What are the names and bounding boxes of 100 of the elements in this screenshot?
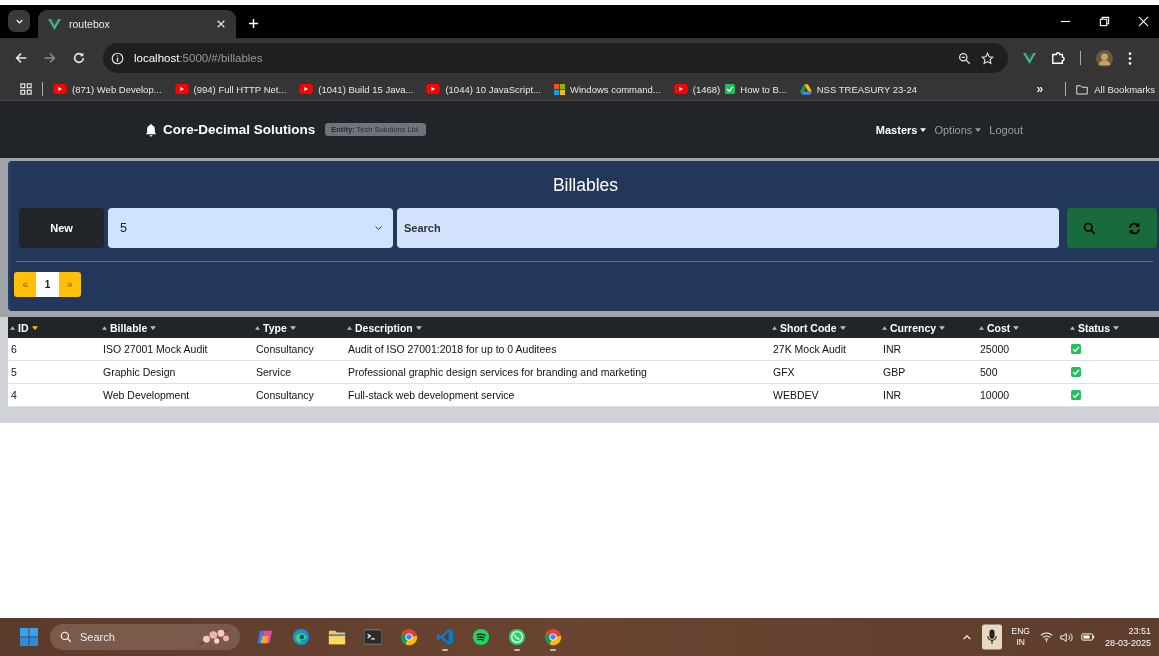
triangle-up-icon	[347, 325, 352, 330]
caret-down-icon	[939, 325, 946, 330]
play-icon	[174, 84, 189, 94]
more-bookmarks-button[interactable]: »	[1036, 82, 1044, 96]
triangle-up-icon	[772, 325, 777, 330]
music-app-icon	[472, 628, 490, 646]
address-bar[interactable]: localhost:5000/#/billables	[103, 43, 1008, 73]
table-cell: Consultancy	[253, 338, 345, 361]
windows-logo-icon	[554, 83, 565, 95]
bookmark[interactable]: Windows command...	[554, 83, 661, 95]
speaker-icon[interactable]	[1059, 631, 1074, 643]
drive-logo-icon	[799, 83, 812, 95]
triangle-up-icon	[882, 325, 887, 330]
chevron-up-icon[interactable]	[961, 633, 972, 641]
nav-link[interactable]: Masters	[875, 123, 927, 136]
avatar-icon[interactable]	[1096, 49, 1113, 67]
caret-down-icon	[415, 325, 422, 330]
triangle-up-icon	[255, 325, 260, 330]
previous-page-button[interactable]: «	[14, 272, 37, 297]
table-cell: 10000	[977, 383, 1068, 407]
wifi-icon[interactable]	[1039, 632, 1053, 642]
folder-icon	[328, 628, 346, 646]
terminal-icon	[364, 628, 382, 646]
table-cell: Web Development	[100, 383, 253, 407]
tab-search-button[interactable]	[8, 10, 30, 32]
triangle-up-icon	[10, 325, 15, 330]
table-cell: Consultancy	[253, 383, 345, 407]
bookmark[interactable]: (1468) How to B...	[673, 83, 787, 95]
caret-down-icon	[1013, 325, 1020, 330]
microphone-icon[interactable]	[981, 624, 1002, 650]
apps-grid-icon[interactable]	[20, 83, 32, 95]
folder-icon	[1076, 83, 1089, 95]
table-cell: Graphic Design	[100, 360, 253, 384]
table-cell: INR	[880, 338, 977, 361]
info-icon[interactable]	[111, 51, 124, 65]
page-size-select[interactable]: 5	[108, 208, 393, 248]
code-editor-icon	[436, 628, 454, 646]
new-button[interactable]: New	[19, 208, 104, 248]
play-icon	[53, 84, 67, 94]
search-field[interactable]: Search	[397, 208, 1059, 248]
bookmark[interactable]: NSS TREASURY 23-24	[799, 83, 918, 95]
browser-tab[interactable]: routebox	[38, 10, 236, 38]
zoom-icon[interactable]	[958, 51, 971, 65]
taskbar-search-field[interactable]: Search	[50, 624, 240, 650]
reload-icon[interactable]	[72, 51, 86, 65]
caret-down-icon	[1113, 325, 1120, 330]
chat-app-icon	[508, 628, 526, 646]
bookmark[interactable]: (994) Full HTTP Net...	[174, 83, 287, 95]
table-cell: 4	[8, 383, 100, 407]
search-icon	[60, 631, 72, 643]
all-bookmarks-button[interactable]: All Bookmarks	[1076, 83, 1155, 95]
table-cell: Service	[253, 360, 345, 384]
back-arrow-icon[interactable]	[14, 51, 28, 65]
table-cell: Audit of ISO 27001:2018 for up to 0 Auditees	[345, 338, 770, 361]
chevron-down-icon	[374, 225, 383, 231]
table-cell: 5	[8, 360, 100, 384]
table-cell: INR	[880, 383, 977, 407]
bell-icon	[145, 122, 157, 137]
star-icon[interactable]	[981, 51, 994, 65]
brand-name[interactable]: Core-Decimal Solutions	[163, 122, 316, 137]
copilot-icon	[256, 628, 274, 646]
puzzle-icon[interactable]	[1051, 51, 1065, 65]
caret-down-icon	[839, 325, 846, 330]
bookmark[interactable]: (1041) Build 15 Java...	[299, 83, 414, 95]
url-text: localhost:5000/#/billables	[134, 52, 264, 64]
close-icon[interactable]	[216, 19, 226, 29]
caret-down-icon	[289, 325, 296, 330]
triangle-up-icon	[979, 325, 984, 330]
bookmark[interactable]: (1044) 10 JavaScript...	[426, 83, 541, 95]
chrome-icon	[400, 628, 418, 646]
clock[interactable]: 23:51 28-03-2025	[1104, 625, 1151, 649]
table-cell: Professional graphic design services for branding and marketing	[345, 360, 770, 384]
page-button[interactable]: 1	[36, 272, 59, 297]
table-cell: 6	[8, 338, 100, 361]
vue-logo-icon	[48, 18, 61, 30]
vue-logo-icon[interactable]	[1023, 52, 1036, 64]
bookmark[interactable]: (871) Web Develop...	[53, 83, 162, 95]
next-page-button[interactable]: »	[58, 272, 81, 297]
table-cell: Full-stack web development service	[345, 383, 770, 407]
blossom-icon	[198, 627, 232, 647]
language-indicator[interactable]: ENG IN	[1011, 626, 1030, 648]
triangle-up-icon	[102, 325, 107, 330]
battery-icon[interactable]	[1080, 632, 1095, 642]
edge-icon	[292, 628, 310, 646]
menu-icon[interactable]	[1128, 51, 1132, 65]
restore-icon[interactable]	[1099, 16, 1110, 27]
search-icon	[1083, 221, 1096, 235]
nav-link[interactable]: Options	[934, 123, 982, 136]
caret-down-icon	[31, 325, 38, 330]
table-cell: GBP	[880, 360, 977, 384]
table-cell: WEBDEV	[770, 383, 880, 407]
windows-start-icon[interactable]	[20, 628, 38, 646]
nav-link[interactable]: Logout	[989, 123, 1023, 136]
plus-icon[interactable]	[248, 18, 259, 29]
table-cell: GFX	[770, 360, 880, 384]
forward-arrow-icon	[43, 51, 57, 65]
caret-down-icon	[150, 325, 157, 330]
play-icon	[673, 84, 688, 94]
page-title: Billables	[551, 175, 620, 197]
table-cell: 500	[977, 360, 1068, 384]
